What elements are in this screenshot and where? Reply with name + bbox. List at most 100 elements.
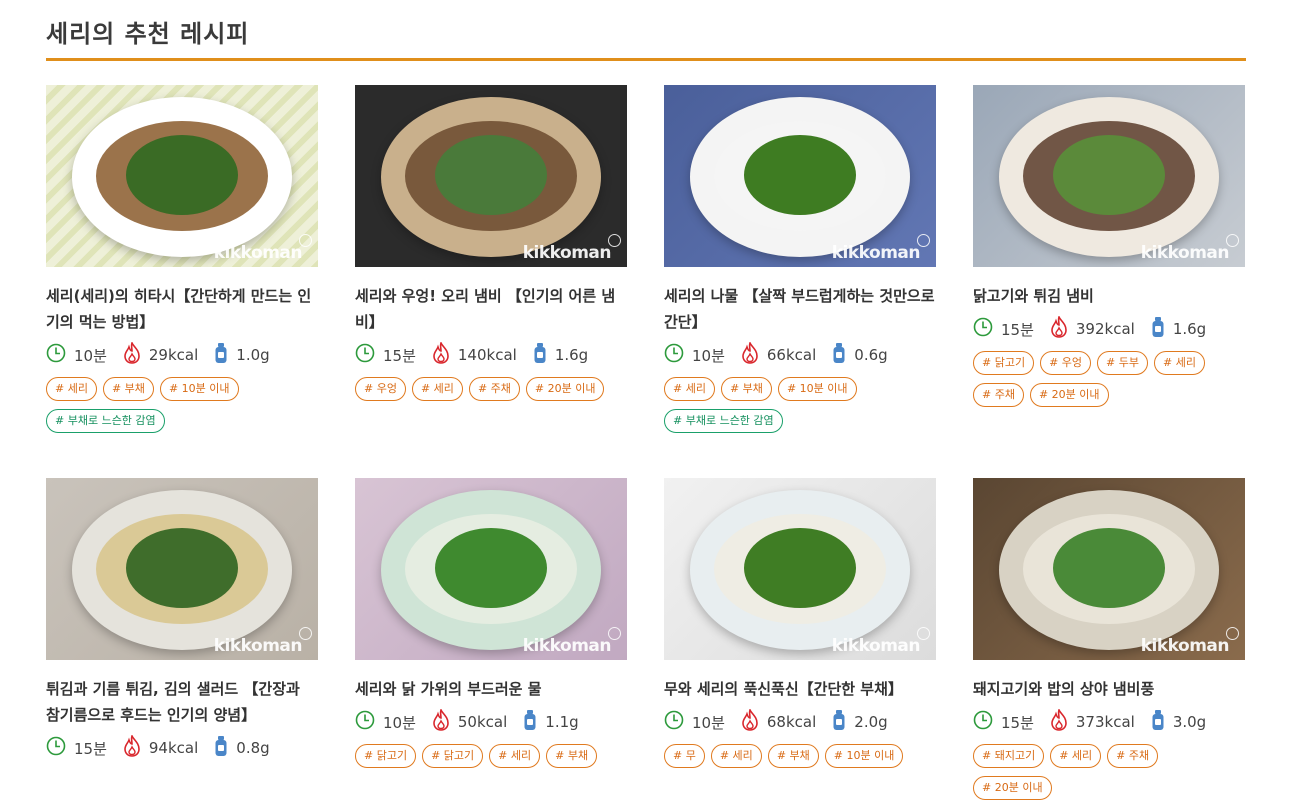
- cook-time: 10분: [664, 710, 725, 734]
- tag-link[interactable]: # 닭고기: [422, 744, 484, 768]
- tag-link[interactable]: # 부채: [102, 377, 154, 401]
- greens-shape: [1053, 135, 1165, 215]
- greens-shape: [1053, 528, 1165, 608]
- recipe-photo-seri-ueong-ori-nabe[interactable]: kikkoman: [355, 85, 627, 267]
- recipe-photo-dwaeji-nabe[interactable]: kikkoman: [973, 478, 1245, 660]
- calories-value: 140kcal: [457, 346, 517, 364]
- calories-value: 68kcal: [766, 713, 817, 731]
- tag-link-feature[interactable]: # 부채로 느슨한 감염: [46, 409, 165, 433]
- tag-link[interactable]: # 주채: [973, 383, 1024, 407]
- salt-shaker-icon: [523, 709, 545, 735]
- salt-value: 1.1g: [545, 713, 579, 731]
- recipe-tags: # 세리 # 부채 # 10분 이내 # 부채로 느슨한 감염: [664, 377, 936, 441]
- calories: 50kcal: [432, 708, 507, 735]
- tag-link[interactable]: # 부채: [720, 377, 772, 401]
- kikkoman-watermark: kikkoman: [213, 243, 303, 263]
- calories: 392kcal: [1050, 315, 1135, 342]
- recipe-photo-seri-dak-mul[interactable]: kikkoman: [355, 478, 627, 660]
- tag-link[interactable]: # 닭고기: [355, 744, 417, 768]
- cook-time: 10분: [664, 343, 725, 367]
- flame-icon: [741, 708, 767, 735]
- cook-time: 15분: [973, 317, 1034, 341]
- recipe-photo-seri-namul[interactable]: kikkoman: [664, 85, 936, 267]
- salt: 1.1g: [523, 709, 579, 735]
- cook-time-value: 15분: [1001, 320, 1034, 339]
- calories-value: 373kcal: [1075, 713, 1135, 731]
- tag-link[interactable]: # 20분 이내: [973, 776, 1052, 800]
- tag-link[interactable]: # 주채: [1107, 744, 1159, 768]
- greens-shape: [744, 135, 856, 215]
- calories: 68kcal: [741, 708, 817, 735]
- recipe-title[interactable]: 무와 세리의 푹신푹신【간단한 부채】: [664, 676, 936, 702]
- tag-link[interactable]: # 세리: [1050, 744, 1102, 768]
- recipe-title[interactable]: 세리(세리)의 히타시【간단하게 만드는 인기의 먹는 방법】: [46, 283, 318, 335]
- tag-link[interactable]: # 10분 이내: [159, 377, 239, 401]
- recipe-card[interactable]: kikkoman 세리의 나물 【살짝 부드럽게하는 것만으로 간단】 10분 66k…: [664, 85, 936, 441]
- clock-icon: [46, 343, 74, 367]
- recipe-title[interactable]: 세리와 닭 가위의 부드러운 물: [355, 676, 627, 702]
- section-title: 세리의 추천 레시피: [46, 20, 250, 48]
- tag-link[interactable]: # 세리: [411, 377, 463, 401]
- kikkoman-watermark: kikkoman: [831, 636, 921, 656]
- calories: 29kcal: [123, 341, 198, 368]
- tag-link[interactable]: # 20분 이내: [525, 377, 605, 401]
- tag-link[interactable]: # 주채: [468, 377, 520, 401]
- salt-shaker-icon: [214, 735, 236, 761]
- flame-icon: [432, 341, 458, 368]
- tag-link[interactable]: # 부채: [767, 744, 819, 768]
- tag-link[interactable]: # 10분 이내: [777, 377, 857, 401]
- salt: 0.6g: [832, 342, 888, 368]
- tag-link[interactable]: # 무: [664, 744, 705, 768]
- salt-shaker-icon: [1151, 316, 1173, 342]
- kikkoman-watermark: kikkoman: [522, 243, 612, 263]
- recipe-card[interactable]: kikkoman 돼지고기와 밥의 상야 냄비풍 15분 373kcal 3.0g # 돼…: [973, 478, 1245, 808]
- cook-time: 15분: [355, 343, 416, 367]
- tag-link[interactable]: # 우엉: [1040, 351, 1092, 375]
- salt-value: 3.0g: [1172, 713, 1207, 731]
- tag-link[interactable]: # 세리: [710, 744, 762, 768]
- tag-link[interactable]: # 부채: [546, 744, 598, 768]
- tag-link[interactable]: # 세리: [46, 377, 97, 401]
- recipe-card[interactable]: kikkoman 세리와 우엉! 오리 냄비 【인기의 어른 냄비】 15분 140k…: [355, 85, 627, 409]
- tag-link[interactable]: # 세리: [489, 744, 541, 768]
- cook-time: 15분: [46, 736, 107, 760]
- tag-link[interactable]: # 10분 이내: [824, 744, 904, 768]
- recipe-photo-dakgogi-twigim-nabe[interactable]: kikkoman: [973, 85, 1245, 267]
- flame-icon: [1050, 315, 1076, 342]
- recipe-photo-seri-hitashi[interactable]: kikkoman: [46, 85, 318, 267]
- calories-value: 66kcal: [766, 346, 817, 364]
- tag-link[interactable]: # 세리: [664, 377, 715, 401]
- recipe-card[interactable]: kikkoman 닭고기와 튀김 냄비 15분 392kcal 1.6g # 닭고기 # 우…: [973, 85, 1245, 415]
- greens-shape: [435, 528, 547, 608]
- recipe-title[interactable]: 닭고기와 튀김 냄비: [973, 283, 1245, 309]
- recipe-title[interactable]: 돼지고기와 밥의 상야 냄비풍: [973, 676, 1245, 702]
- recipe-title[interactable]: 세리의 나물 【살짝 부드럽게하는 것만으로 간단】: [664, 283, 936, 335]
- tag-link[interactable]: # 우엉: [355, 377, 406, 401]
- tag-link-feature[interactable]: # 부채로 느슨한 감염: [664, 409, 783, 433]
- tag-link[interactable]: # 돼지고기: [973, 744, 1045, 768]
- recipe-card[interactable]: kikkoman 세리와 닭 가위의 부드러운 물 10분 50kcal 1.1g # 닭…: [355, 478, 627, 776]
- tag-link[interactable]: # 20분 이내: [1029, 383, 1109, 407]
- recipe-title[interactable]: 세리와 우엉! 오리 냄비 【인기의 어른 냄비】: [355, 283, 627, 335]
- recipe-section: 세리의 추천 레시피 kikkoman 세리(세리)의 히타시【간단하게 만드는 …: [0, 0, 1309, 800]
- cook-time-value: 10분: [692, 713, 725, 732]
- recipe-meta: 15분 373kcal 3.0g: [973, 708, 1245, 734]
- calories-value: 94kcal: [148, 739, 199, 757]
- kikkoman-watermark: kikkoman: [831, 243, 921, 263]
- calories: 94kcal: [123, 734, 199, 761]
- recipe-tags: # 우엉 # 세리 # 주채 # 20분 이내: [355, 377, 627, 409]
- tag-link[interactable]: # 닭고기: [973, 351, 1035, 375]
- salt: 1.6g: [533, 342, 588, 368]
- salt: 1.0g: [214, 342, 270, 368]
- recipe-photo-twigim-gim-salad[interactable]: kikkoman: [46, 478, 318, 660]
- salt-value: 2.0g: [854, 713, 888, 731]
- recipe-meta: 15분 94kcal 0.8g: [46, 734, 318, 761]
- recipe-card[interactable]: kikkoman 무와 세리의 푹신푹신【간단한 부채】 10분 68kcal 2.0g…: [664, 478, 936, 776]
- recipe-title[interactable]: 튀김과 기름 튀김, 김의 샐러드 【간장과 참기름으로 후드는 인기의 양념】: [46, 676, 318, 728]
- tag-link[interactable]: # 두부: [1097, 351, 1149, 375]
- recipe-card[interactable]: kikkoman 세리(세리)의 히타시【간단하게 만드는 인기의 먹는 방법】 1…: [46, 85, 318, 441]
- tag-link[interactable]: # 세리: [1154, 351, 1205, 375]
- recipe-card[interactable]: kikkoman 튀김과 기름 튀김, 김의 샐러드 【간장과 참기름으로 후드는…: [46, 478, 318, 760]
- recipe-photo-mu-seri[interactable]: kikkoman: [664, 478, 936, 660]
- clock-icon: [664, 343, 692, 367]
